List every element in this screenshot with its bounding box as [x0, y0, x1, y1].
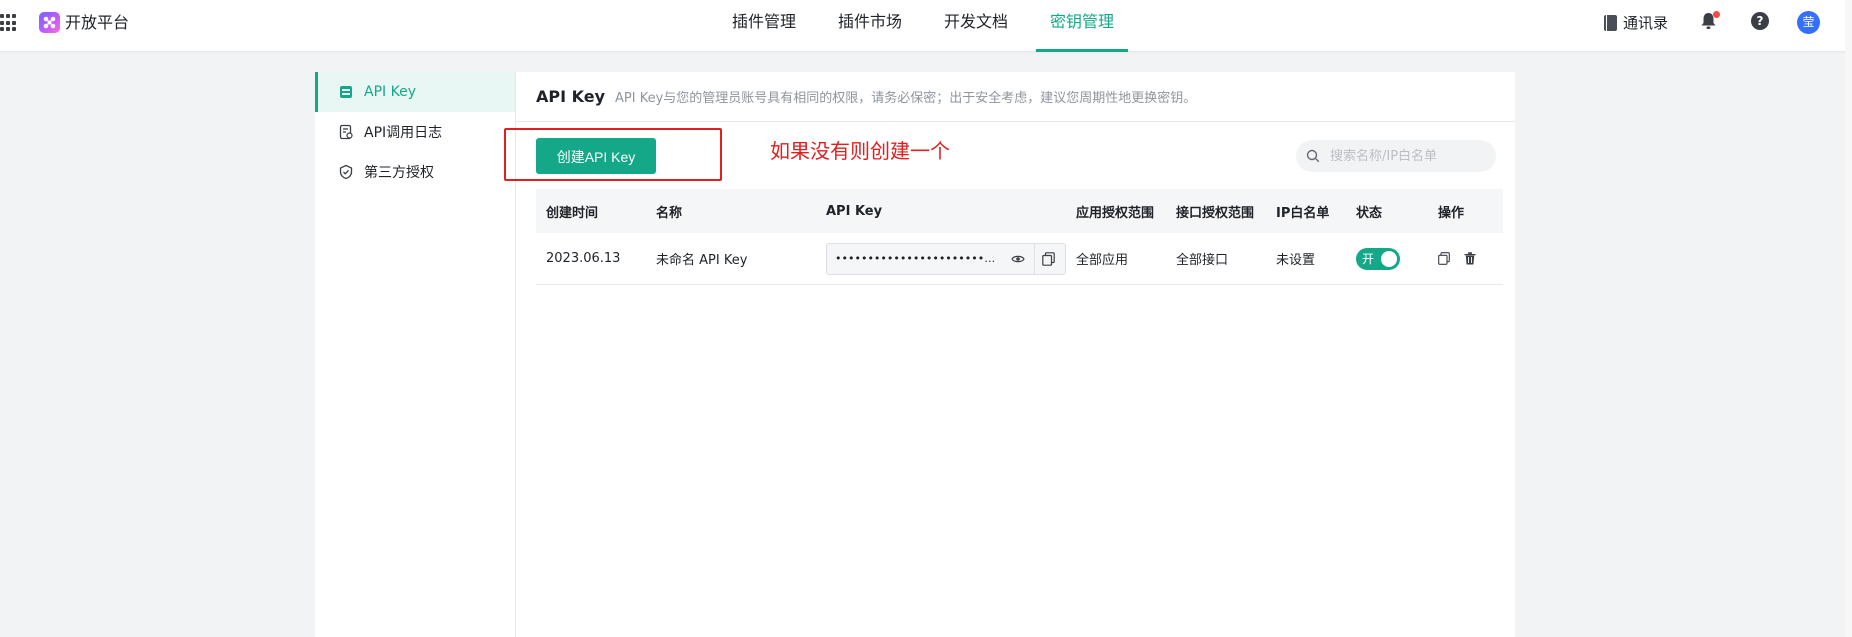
brand-name[interactable]: 开放平台 [65, 12, 129, 33]
toggle-label: 开 [1362, 251, 1375, 266]
sidebar-item-label: 第三方授权 [364, 165, 434, 181]
user-avatar[interactable]: 莹 [1797, 11, 1820, 34]
status-toggle[interactable]: 开 [1356, 247, 1400, 270]
cell-ip-whitelist: 未设置 [1276, 253, 1316, 268]
table-row: 2023.06.13 未命名 API Key •••••••••••••••••… [536, 233, 1503, 285]
eye-icon[interactable] [1011, 253, 1025, 265]
help-icon[interactable]: ? [1751, 12, 1769, 30]
shield-check-icon [339, 164, 353, 180]
top-bar: 开放平台 插件管理 插件市场 开发文档 密钥管理 通讯录 ? 莹 [0, 0, 1852, 52]
annotation-note: 如果没有则创建一个 [770, 139, 950, 163]
key-card-icon [340, 86, 352, 98]
app-grid-icon[interactable] [0, 14, 18, 32]
sidebar-item-third-party-auth[interactable]: 第三方授权 [315, 152, 515, 192]
sidebar: API Key API调用日志 第三方授权 [315, 72, 515, 637]
nav-plugin-market[interactable]: 插件市场 [824, 0, 916, 52]
main-panel: API Key API Key与您的管理员账号具有相同的权限，请务必保密；出于安… [504, 72, 1515, 637]
nav-dev-docs[interactable]: 开发文档 [930, 0, 1022, 52]
search-box[interactable] [1296, 140, 1496, 172]
nav-plugin-management[interactable]: 插件管理 [718, 0, 810, 52]
log-icon [339, 124, 353, 140]
create-api-key-button[interactable]: 创建API Key [536, 138, 656, 174]
api-key-field: ••••••••••••••••••••••••••••••••••••••••… [826, 242, 1066, 275]
cell-api-scope: 全部接口 [1176, 253, 1229, 268]
api-key-table: 创建时间 名称 API Key 应用授权范围 接口授权范围 IP白名单 状态 操… [536, 189, 1503, 285]
sidebar-item-api-log[interactable]: API调用日志 [315, 112, 515, 152]
page-scrollbar[interactable] [1845, 0, 1852, 637]
cell-name: 未命名 API Key [656, 253, 748, 268]
col-name: 名称 [656, 205, 683, 221]
col-ip-whitelist: IP白名单 [1276, 205, 1330, 221]
col-created-time: 创建时间 [546, 205, 599, 221]
nav-key-management[interactable]: 密钥管理 [1036, 0, 1129, 52]
copy-icon[interactable] [1438, 252, 1450, 265]
search-icon [1306, 149, 1320, 163]
sidebar-item-label: API Key [364, 84, 416, 100]
col-api-key: API Key [826, 203, 883, 219]
platform-logo-icon [39, 12, 60, 33]
cell-app-scope: 全部应用 [1076, 253, 1129, 268]
trash-icon[interactable] [1464, 252, 1476, 265]
contacts-label: 通讯录 [1623, 14, 1669, 32]
copy-icon[interactable] [1042, 251, 1055, 266]
api-key-masked-value: ••••••••••••••••••••••••••••••••••••••••… [835, 252, 997, 265]
contacts-link[interactable]: 通讯录 [1604, 12, 1668, 33]
col-actions: 操作 [1438, 205, 1465, 221]
sidebar-item-label: API调用日志 [364, 125, 443, 141]
cell-status: 开 [1356, 247, 1438, 270]
search-input[interactable] [1328, 147, 1488, 165]
key-field-divider [1034, 243, 1035, 274]
panel-header: API Key API Key与您的管理员账号具有相同的权限，请务必保密；出于安… [516, 72, 1515, 122]
main-nav: 插件管理 插件市场 开发文档 密钥管理 [718, 0, 1142, 52]
toggle-knob [1381, 250, 1397, 267]
page-description: API Key与您的管理员账号具有相同的权限，请务必保密；出于安全考虑，建议您周… [615, 91, 1197, 106]
col-api-scope: 接口授权范围 [1176, 205, 1255, 221]
sidebar-item-api-key[interactable]: API Key [315, 72, 515, 112]
page-title: API Key [536, 87, 606, 106]
table-header: 创建时间 名称 API Key 应用授权范围 接口授权范围 IP白名单 状态 操… [536, 189, 1503, 233]
col-status: 状态 [1356, 205, 1383, 221]
cell-api-key: ••••••••••••••••••••••••••••••••••••••••… [816, 242, 1076, 275]
col-app-scope: 应用授权范围 [1076, 205, 1155, 221]
cell-actions [1438, 252, 1498, 265]
cell-created-time: 2023.06.13 [546, 251, 621, 266]
address-book-icon [1604, 14, 1617, 31]
notification-dot [1713, 11, 1720, 18]
